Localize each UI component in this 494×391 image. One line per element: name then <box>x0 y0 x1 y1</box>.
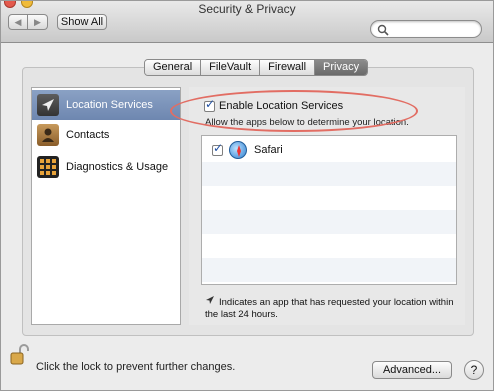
diagnostics-grid-icon <box>37 156 59 178</box>
forward-button[interactable]: ▶ <box>28 14 48 30</box>
list-item[interactable]: Safari <box>202 138 456 162</box>
lock-message: Click the lock to prevent further change… <box>36 361 236 373</box>
sidebar-item-contacts[interactable]: Contacts <box>32 120 180 150</box>
location-arrow-icon <box>206 296 214 304</box>
preferences-window: Security & Privacy ◀ ▶ Show All General … <box>0 0 494 391</box>
help-button[interactable]: ? <box>464 360 484 380</box>
location-legend: Indicates an app that has requested your… <box>205 295 455 321</box>
location-arrow-icon <box>37 94 59 116</box>
back-button[interactable]: ◀ <box>8 14 28 30</box>
search-input[interactable] <box>370 20 482 38</box>
search-icon <box>377 24 389 36</box>
sidebar-item-label: Contacts <box>66 129 110 141</box>
app-list[interactable]: Safari <box>201 135 457 285</box>
advanced-button[interactable]: Advanced... <box>372 361 452 379</box>
sidebar-item-label: Diagnostics & Usage <box>66 161 169 173</box>
safari-checkbox[interactable] <box>212 141 223 156</box>
show-all-button[interactable]: Show All <box>57 14 107 30</box>
sidebar-item-label: Location Services <box>66 99 153 111</box>
navigation-buttons: ◀ ▶ <box>8 14 48 30</box>
safari-compass-icon <box>229 141 247 159</box>
sidebar-item-location-services[interactable]: Location Services <box>32 90 180 120</box>
list-item <box>202 258 456 282</box>
back-arrow-icon: ◀ <box>14 16 22 27</box>
tab-filevault[interactable]: FileVault <box>201 60 261 75</box>
contacts-book-icon <box>37 124 59 146</box>
privacy-sidebar: Location Services Contacts Diagnostics &… <box>31 87 181 325</box>
tab-firewall[interactable]: Firewall <box>260 60 316 75</box>
annotation-ellipse <box>170 90 418 132</box>
tab-bar: General FileVault Firewall Privacy <box>144 59 369 76</box>
list-item <box>202 186 456 210</box>
legend-text: Indicates an app that has requested your… <box>205 297 454 320</box>
sidebar-item-diagnostics[interactable]: Diagnostics & Usage <box>32 152 180 182</box>
list-item <box>202 162 456 186</box>
lock-icon[interactable] <box>9 344 29 366</box>
tab-general[interactable]: General <box>145 60 202 75</box>
app-name: Safari <box>254 144 283 156</box>
tab-privacy[interactable]: Privacy <box>315 60 368 75</box>
forward-arrow-icon: ▶ <box>34 16 41 27</box>
list-item <box>202 234 456 258</box>
title-bar: Security & Privacy ◀ ▶ Show All <box>1 1 493 43</box>
list-item <box>202 210 456 234</box>
